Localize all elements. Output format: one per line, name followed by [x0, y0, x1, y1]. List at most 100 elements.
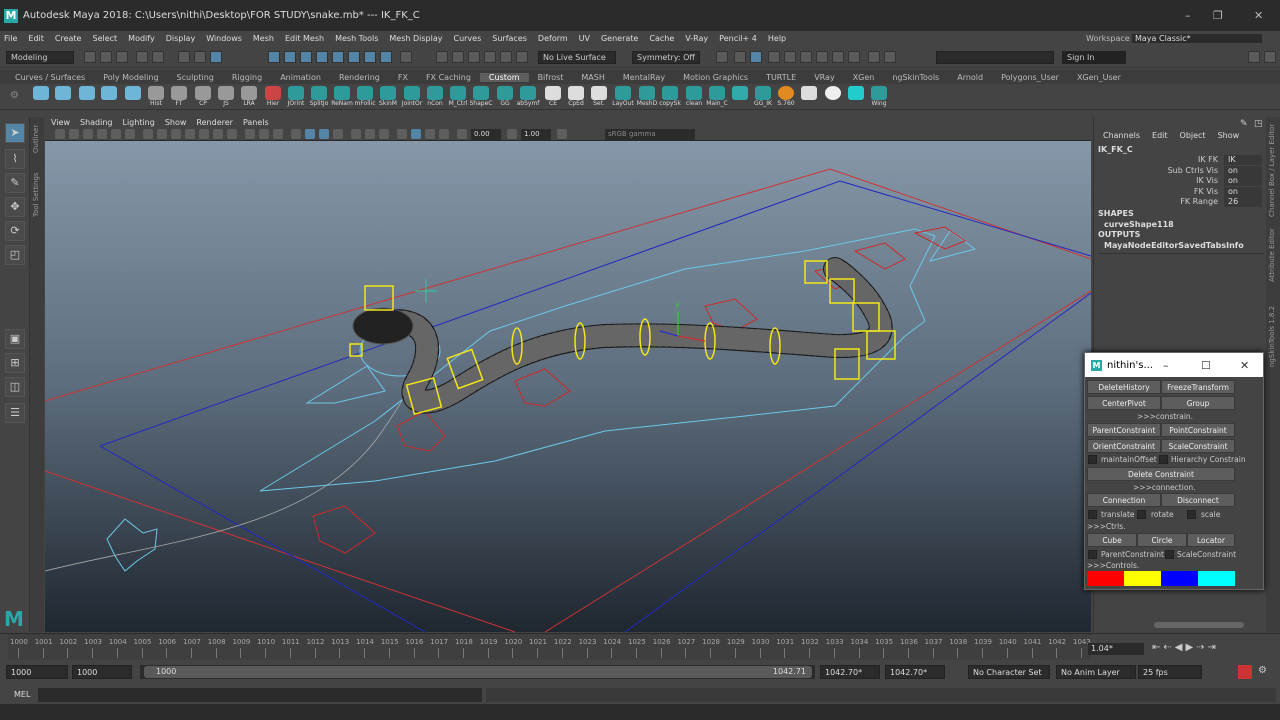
default-material-icon[interactable] — [273, 129, 283, 139]
orient-constraint-button[interactable]: OrientConstraint — [1087, 439, 1161, 453]
playback-controls[interactable]: ⇤⇠◀▶⇢⇥ — [1152, 642, 1219, 653]
xray-icon[interactable] — [716, 51, 728, 63]
select-tool-icon[interactable]: ➤ — [5, 123, 25, 143]
output-item[interactable]: MayaNodeEditorSavedTabsInfo — [1104, 241, 1244, 250]
snap-grid-icon[interactable] — [268, 51, 280, 63]
exposure-field[interactable]: 0.00 — [471, 129, 501, 140]
shelf-tab-motion-graphics[interactable]: Motion Graphics — [674, 73, 757, 82]
start-time-field[interactable]: 1000 — [6, 665, 68, 679]
panel-menu-show[interactable]: Show — [165, 118, 187, 127]
dialog-close-button[interactable]: ✕ — [1240, 359, 1249, 372]
open-icon[interactable] — [100, 51, 112, 63]
shelf-tab-arnold[interactable]: Arnold — [948, 73, 992, 82]
snap-curve-icon[interactable] — [284, 51, 296, 63]
panel-menu-shading[interactable]: Shading — [80, 118, 113, 127]
redo-icon[interactable] — [152, 51, 164, 63]
paint-select-icon[interactable]: ✎ — [5, 173, 25, 193]
shelf-tab-curves-surfaces[interactable]: Curves / Surfaces — [6, 73, 94, 82]
vray-ipr-icon[interactable] — [784, 51, 796, 63]
undo-icon[interactable] — [136, 51, 148, 63]
panel-menu-view[interactable]: View — [51, 118, 70, 127]
menu-generate[interactable]: Generate — [601, 34, 638, 43]
disconnect-button[interactable]: Disconnect — [1161, 493, 1235, 507]
tool-settings-label[interactable]: Tool Settings — [32, 172, 40, 217]
time-slider[interactable]: 1000 1001 1002 1003 1004 1005 1006 1007 1008 1009… — [0, 633, 1280, 660]
color-swatch-cyan[interactable] — [1198, 571, 1235, 586]
shelf-button-s760[interactable]: S.760 — [775, 86, 797, 108]
vray-light-icon[interactable] — [832, 51, 844, 63]
xray-view-icon[interactable] — [411, 129, 421, 139]
anim-layer-dropdown[interactable]: No Anim Layer — [1056, 665, 1136, 679]
cb-menu-object[interactable]: Object — [1180, 131, 1206, 140]
locator-button[interactable]: Locator — [1187, 533, 1235, 547]
hypershade-icon[interactable] — [484, 51, 496, 63]
maintain-offset-checkbox[interactable] — [1088, 455, 1097, 464]
scene-view[interactable]: y — [45, 141, 1091, 632]
snap-live-icon[interactable] — [364, 51, 376, 63]
outliner-label[interactable]: Outliner — [32, 125, 40, 153]
cb-scrollbar[interactable] — [1154, 622, 1244, 628]
shelf-tab-mentalray[interactable]: MentalRay — [614, 73, 674, 82]
range-handle[interactable]: 1000 1042.71 — [144, 666, 812, 678]
display-icon[interactable] — [750, 51, 762, 63]
attr-row[interactable]: FK Vis on — [1098, 187, 1266, 197]
vray-cam-icon[interactable] — [848, 51, 860, 63]
cb-menu-edit[interactable]: Edit — [1152, 131, 1168, 140]
symmetry-dropdown[interactable]: Symmetry: Off — [632, 51, 700, 64]
snake-body-mesh[interactable] — [352, 257, 893, 414]
autokey-icon[interactable] — [1238, 665, 1252, 679]
pause-icon[interactable] — [884, 51, 896, 63]
render-icon[interactable] — [436, 51, 448, 63]
anim-start-field[interactable]: 1000 — [72, 665, 132, 679]
shelf-options-icon[interactable]: ⚙ — [10, 90, 19, 101]
menu-display[interactable]: Display — [166, 34, 196, 43]
four-layout-icon[interactable]: ⊞ — [5, 353, 25, 373]
camera-attr-icon[interactable] — [69, 129, 79, 139]
cb-menu-show[interactable]: Show — [1218, 131, 1240, 140]
gamma-field[interactable]: 1.00 — [521, 129, 551, 140]
shelf-tab-fx[interactable]: FX — [389, 73, 417, 82]
fps-dropdown[interactable]: 25 fps — [1138, 665, 1202, 679]
view-transform-dropdown[interactable]: sRGB gamma — [605, 129, 695, 140]
xray-joint-view-icon[interactable] — [439, 129, 449, 139]
render-setup-icon[interactable] — [516, 51, 528, 63]
connection-button[interactable]: Connection — [1087, 493, 1161, 507]
safe-action-icon[interactable] — [213, 129, 223, 139]
shelf-button-copysk[interactable]: copySk — [659, 86, 681, 108]
grid-icon[interactable] — [143, 129, 153, 139]
save-icon[interactable] — [116, 51, 128, 63]
float-icon[interactable]: ◳ — [1254, 119, 1263, 129]
cb-menu-channels[interactable]: Channels — [1103, 131, 1140, 140]
scale-constraint-checkbox[interactable] — [1165, 550, 1174, 559]
shelf-button-layout[interactable]: LayOut — [612, 86, 634, 108]
end-time-field[interactable]: 1042.70* — [885, 665, 945, 679]
shelf-button-ik[interactable] — [76, 86, 98, 108]
tool-settings-toggle-icon[interactable] — [1264, 51, 1276, 63]
shelf-tab-xgen-user[interactable]: XGen_User — [1068, 73, 1130, 82]
shelf-button-main-c[interactable]: Main_C — [706, 86, 728, 108]
menu-select[interactable]: Select — [92, 34, 117, 43]
parent-constraint-checkbox[interactable] — [1088, 550, 1097, 559]
shelf-button-absymf[interactable]: abSymf — [517, 86, 539, 108]
shelf-tab-turtle[interactable]: TURTLE — [757, 73, 805, 82]
gate-mask-icon[interactable] — [185, 129, 195, 139]
close-button[interactable]: ✕ — [1254, 9, 1263, 22]
shadows-icon[interactable] — [333, 129, 343, 139]
render-view-icon[interactable] — [500, 51, 512, 63]
camera-icon[interactable] — [55, 129, 65, 139]
field-chart-icon[interactable] — [199, 129, 209, 139]
menu-uv[interactable]: UV — [579, 34, 590, 43]
shelf-tab-fx-caching[interactable]: FX Caching — [417, 73, 480, 82]
color-management-icon[interactable] — [557, 129, 567, 139]
current-frame-field[interactable]: 1.04* — [1088, 643, 1144, 655]
shelf-button-ft[interactable]: FT — [168, 86, 190, 108]
wireframe-on-shaded-icon[interactable] — [291, 129, 301, 139]
shelf-button-vertex[interactable] — [30, 86, 52, 108]
shelf-tab-rigging[interactable]: Rigging — [223, 73, 271, 82]
attr-row[interactable]: Sub Ctrls Vis on — [1098, 166, 1266, 176]
menu-cache[interactable]: Cache — [649, 34, 674, 43]
shelf-button-joint[interactable] — [52, 86, 74, 108]
safe-title-icon[interactable] — [227, 129, 237, 139]
attr-row[interactable]: IK FK IK — [1098, 155, 1266, 165]
scale-checkbox[interactable] — [1187, 510, 1196, 519]
